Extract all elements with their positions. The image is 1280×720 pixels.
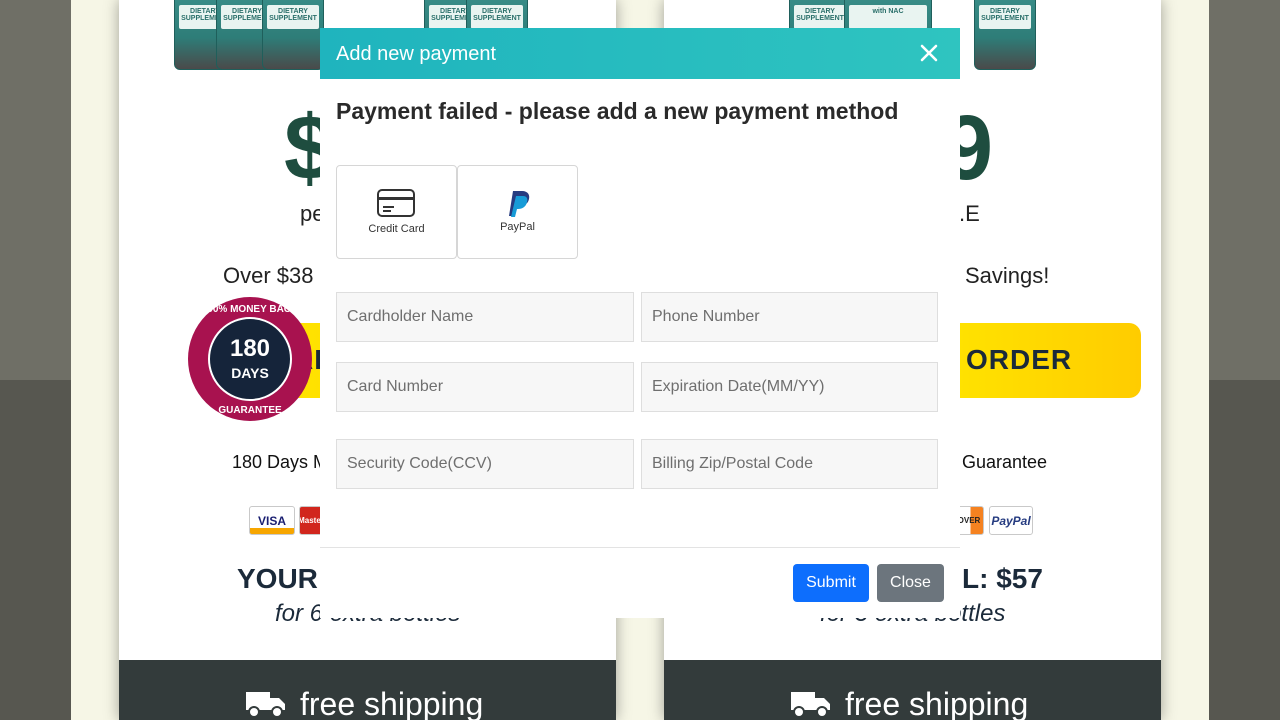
expiration-date-input[interactable] [641, 362, 938, 412]
svg-text:180: 180 [230, 335, 270, 362]
payment-failed-message: Payment failed - please add a new paymen… [336, 98, 899, 124]
savings-text: Savings! [965, 263, 1050, 288]
method-label: PayPal [500, 221, 535, 233]
shipping-bar: free shipping [119, 660, 616, 720]
order-button-label: ORDER [966, 344, 1073, 375]
phone-number-input[interactable] [641, 292, 938, 342]
card-number-input[interactable] [336, 362, 634, 412]
shipping-bar: free shipping [664, 660, 1161, 720]
modal-footer-divider [320, 547, 960, 548]
guarantee-text: 180 Days M [232, 452, 329, 472]
bottle: DIETARY SUPPLEMENT [974, 0, 1036, 70]
visa-logo: VISA [249, 506, 295, 535]
credit-card-icon [377, 189, 415, 217]
close-icon [920, 44, 938, 62]
savings-text: Over $38 [223, 263, 314, 288]
total-label: YOUR [237, 563, 318, 594]
truck-icon [791, 692, 830, 718]
svg-text:100% MONEY BACK: 100% MONEY BACK [202, 304, 299, 315]
shipping-text: free shipping [300, 686, 484, 720]
modal-header: Add new payment [320, 28, 960, 79]
price-unit: .E [959, 201, 980, 226]
paypal-logo: PayPal [989, 506, 1033, 535]
method-paypal[interactable]: PayPal [457, 165, 578, 259]
svg-text:GUARANTEE: GUARANTEE [218, 405, 282, 416]
modal-title: Add new payment [336, 43, 497, 65]
guarantee-text: Guarantee [962, 452, 1048, 472]
close-icon[interactable] [918, 40, 940, 66]
billing-zip-input[interactable] [641, 439, 938, 489]
shipping-text: free shipping [845, 686, 1029, 720]
truck-icon [246, 692, 285, 718]
paypal-icon [509, 191, 530, 217]
close-button[interactable]: Close [877, 564, 944, 602]
submit-button[interactable]: Submit [793, 564, 869, 602]
add-payment-modal: Add new payment Payment failed - please … [320, 28, 960, 618]
cardholder-name-input[interactable] [336, 292, 634, 342]
bottle: DIETARY SUPPLEMENT [262, 0, 324, 70]
security-code-input[interactable] [336, 439, 634, 489]
method-label: Credit Card [368, 223, 425, 235]
total-label: L: $57 [962, 563, 1043, 594]
money-back-badge-icon: 180 DAYS 100% MONEY BACK GUARANTEE [188, 297, 312, 421]
svg-text:DAYS: DAYS [231, 365, 269, 381]
method-credit-card[interactable]: Credit Card [336, 165, 457, 259]
